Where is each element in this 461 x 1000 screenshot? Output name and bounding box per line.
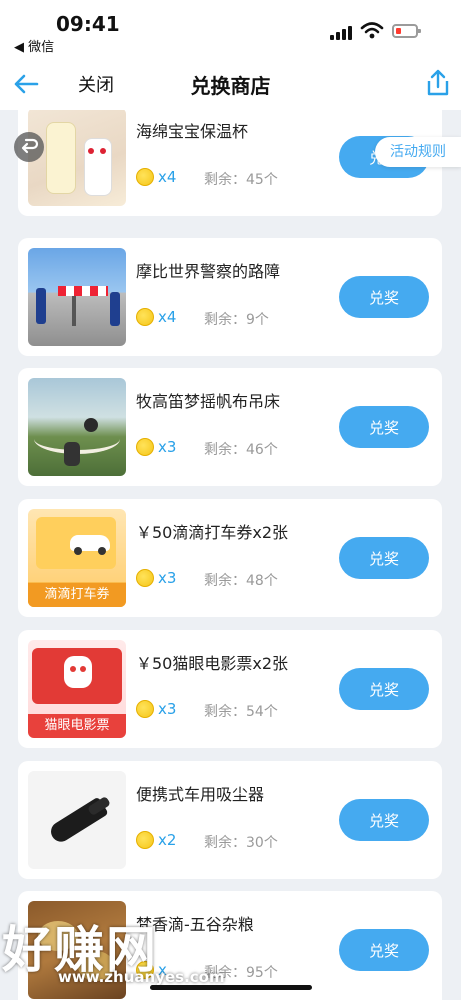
item-cost: x4 (158, 168, 177, 186)
page-title: 兑换商店 (190, 74, 271, 98)
list-item: 摩比世界警察的路障 x4 剩余：9个 兑奖 (18, 238, 442, 356)
list-item: 海绵宝宝保温杯 x4 剩余：45个 兑奖 (18, 110, 442, 216)
item-cost: x2 (158, 831, 177, 849)
item-title: 牧高笛梦摇帆布吊床 (136, 392, 281, 411)
thermos-cup-image (28, 110, 126, 206)
police-roadblock-toy-image (28, 248, 126, 346)
item-remaining: 剩余：30个 (204, 835, 278, 851)
coin-icon (136, 168, 154, 186)
redeem-button[interactable]: 兑奖 (339, 406, 429, 448)
redeem-button[interactable]: 兑奖 (339, 799, 429, 841)
watermark-url: www.zhuanyes.com (58, 968, 225, 986)
redeem-button[interactable]: 兑奖 (339, 668, 429, 710)
activity-rules-button[interactable]: 活动规则 (375, 137, 461, 167)
item-cost: x4 (158, 308, 177, 326)
item-remaining: 剩余：45个 (204, 172, 278, 188)
item-remaining: 剩余：46个 (204, 442, 278, 458)
battery-icon (392, 24, 421, 38)
item-cost: x3 (158, 438, 177, 456)
item-remaining: 剩余：54个 (204, 704, 278, 720)
return-arrow-icon[interactable] (14, 132, 44, 162)
back-to-wechat[interactable]: ◀ 微信 (14, 36, 54, 55)
wifi-icon (360, 22, 384, 39)
thumb-label: 滴滴打车券 (28, 583, 126, 607)
share-icon[interactable] (424, 68, 452, 98)
item-title: 摩比世界警察的路障 (136, 262, 281, 281)
item-remaining: 剩余：9个 (204, 312, 269, 328)
maoyan-ticket-image: 猫眼电影票 (28, 640, 126, 738)
coin-icon (136, 700, 154, 718)
redeem-button[interactable]: 兑奖 (339, 929, 429, 971)
list-item: 滴滴打车券 ￥50滴滴打车券x2张 x3 剩余：48个 兑奖 (18, 499, 442, 617)
item-title: 便携式车用吸尘器 (136, 785, 265, 804)
item-title: 海绵宝宝保温杯 (136, 122, 249, 141)
status-bar: 09:41 ◀ 微信 (0, 0, 461, 58)
didi-coupon-image: 滴滴打车券 (28, 509, 126, 607)
prize-list[interactable]: 海绵宝宝保温杯 x4 剩余：45个 兑奖 摩比世界警察的路障 x4 剩余：9个 … (0, 110, 461, 1000)
redeem-button[interactable]: 兑奖 (339, 537, 429, 579)
item-remaining: 剩余：48个 (204, 573, 278, 589)
item-title: ￥50滴滴打车券x2张 (136, 523, 289, 542)
list-item: 牧高笛梦摇帆布吊床 x3 剩余：46个 兑奖 (18, 368, 442, 486)
car-vacuum-image (28, 771, 126, 869)
nav-bar: 关闭 兑换商店 (0, 58, 461, 110)
hammock-image (28, 378, 126, 476)
item-cost: x3 (158, 700, 177, 718)
cellular-signal-icon (330, 24, 352, 40)
list-item: 猫眼电影票 ￥50猫眼电影票x2张 x3 剩余：54个 兑奖 (18, 630, 442, 748)
coin-icon (136, 831, 154, 849)
redeem-button[interactable]: 兑奖 (339, 276, 429, 318)
thumb-label: 猫眼电影票 (28, 714, 126, 738)
status-time: 09:41 (56, 12, 120, 36)
item-title: ￥50猫眼电影票x2张 (136, 654, 289, 673)
coin-icon (136, 438, 154, 456)
coin-icon (136, 569, 154, 587)
home-indicator[interactable] (150, 985, 312, 990)
list-item: 便携式车用吸尘器 x2 剩余：30个 兑奖 (18, 761, 442, 879)
item-cost: x3 (158, 569, 177, 587)
coin-icon (136, 308, 154, 326)
